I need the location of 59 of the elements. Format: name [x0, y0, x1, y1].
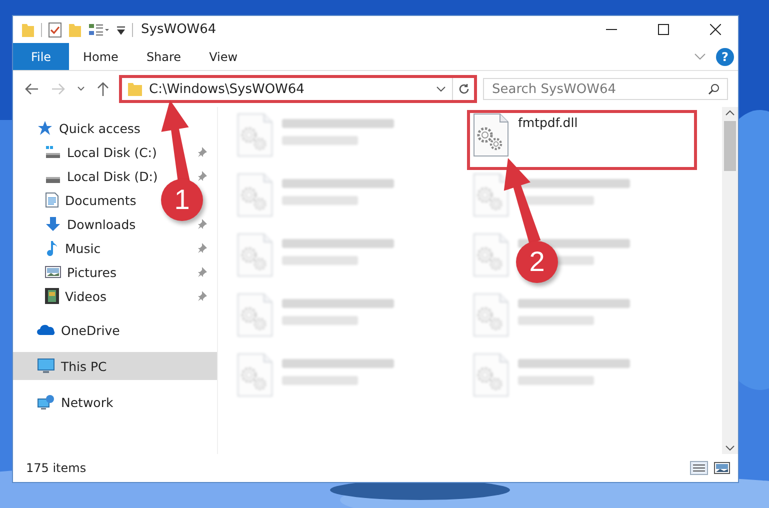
music-note-icon: [45, 240, 59, 256]
expand-ribbon-icon[interactable]: [694, 52, 706, 60]
view-options-icon[interactable]: [88, 22, 110, 38]
search-field[interactable]: Search SysWOW64: [483, 78, 728, 100]
maximize-icon: [658, 24, 668, 35]
back-icon[interactable]: [25, 83, 39, 95]
file-item[interactable]: fmtpdf.dll: [468, 111, 696, 169]
scrollbar[interactable]: [722, 107, 738, 454]
help-button[interactable]: ?: [716, 48, 734, 66]
folder-icon: [127, 81, 143, 97]
dll-file-icon: [472, 293, 510, 337]
dropdown-icon[interactable]: [436, 86, 446, 92]
properties-icon[interactable]: [48, 22, 62, 38]
ribbon-tab[interactable]: Share: [132, 43, 196, 70]
address-path: C:\Windows\SysWOW64: [148, 82, 306, 96]
refresh-icon: [458, 83, 470, 95]
sidebar-item[interactable]: Videos: [13, 284, 217, 308]
dll-file-icon: [236, 233, 274, 277]
sidebar-item[interactable]: Music: [13, 236, 217, 260]
details-view-icon[interactable]: [690, 461, 708, 475]
dll-file-icon: [472, 233, 510, 277]
dll-file-icon: [236, 173, 274, 217]
picture-icon: [45, 265, 61, 279]
scroll-thumb[interactable]: [724, 121, 736, 171]
item-count: 175 items: [26, 461, 88, 475]
monitor-icon: [37, 358, 55, 374]
sidebar-item[interactable]: Network: [13, 388, 120, 416]
drive-icon: [45, 177, 61, 183]
dll-file-icon: [472, 353, 510, 397]
film-strip-icon: [45, 288, 59, 304]
ribbon-tab[interactable]: Home: [69, 43, 132, 70]
dll-file-icon: [472, 173, 510, 217]
dll-file-icon: [472, 113, 510, 157]
search-icon: [708, 83, 720, 95]
window-title: SysWOW64: [141, 22, 218, 37]
ribbon-tab[interactable]: File: [13, 43, 69, 70]
cloud-icon: [37, 324, 55, 336]
address-bar[interactable]: C:\Windows\SysWOW64: [121, 77, 475, 101]
dll-file-icon: [236, 353, 274, 397]
up-icon[interactable]: [97, 82, 109, 96]
dll-file-icon: [236, 293, 274, 337]
minimize-icon: [606, 28, 616, 30]
ribbon-tab[interactable]: View: [195, 43, 252, 70]
sidebar-item[interactable]: OneDrive: [13, 316, 126, 344]
close-icon: [710, 24, 720, 35]
document-icon: [45, 192, 59, 208]
sidebar-item[interactable]: Documents: [13, 188, 142, 212]
sidebar-item[interactable]: Pictures: [13, 260, 217, 284]
drive-icon: [45, 145, 61, 159]
dll-file-icon: [236, 113, 274, 157]
file-name: fmtpdf.dll: [518, 115, 578, 130]
download-arrow-icon: [45, 216, 61, 232]
customize-toolbar-icon[interactable]: [116, 24, 126, 34]
sidebar-item[interactable]: Quick access: [13, 116, 146, 140]
star-icon: [37, 120, 53, 136]
recent-locations-icon[interactable]: [77, 86, 85, 92]
large-icons-view-icon[interactable]: [714, 461, 730, 475]
network-icon: [37, 394, 55, 410]
sidebar-item[interactable]: This PC: [13, 352, 217, 380]
